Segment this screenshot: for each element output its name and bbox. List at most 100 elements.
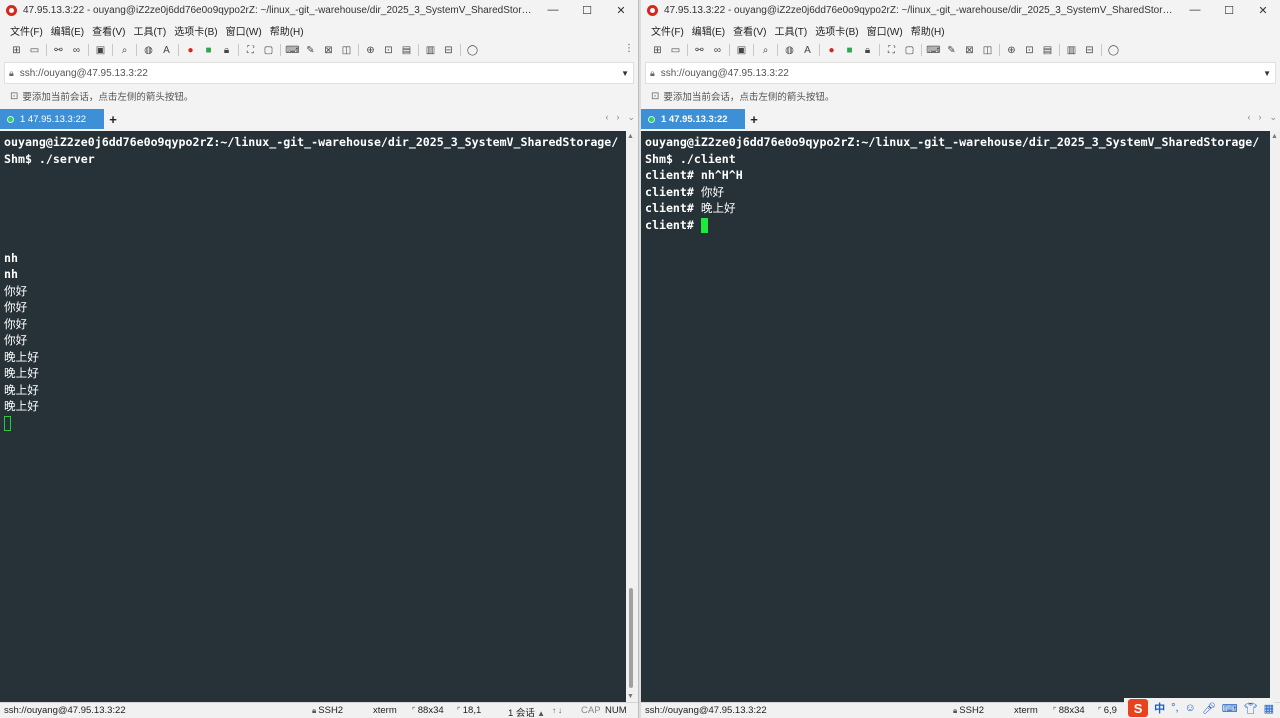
minimize-icon[interactable]: —: [536, 0, 570, 20]
compose-icon[interactable]: ⊠: [963, 44, 976, 57]
send-icon[interactable]: ⊡: [1023, 44, 1036, 57]
send-icon[interactable]: ⊡: [382, 44, 395, 57]
terminal-output[interactable]: ouyang@iZ2ze0j6dd76e0o9qypo2rZ:~/linux_-…: [0, 131, 626, 702]
maximize-icon[interactable]: ☐: [1212, 0, 1246, 20]
properties-icon[interactable]: ▣: [735, 44, 748, 57]
find-icon[interactable]: ⌕: [759, 44, 772, 57]
font-icon[interactable]: A: [801, 44, 814, 57]
chevron-down-icon[interactable]: ▼: [1263, 69, 1271, 78]
font-icon[interactable]: A: [160, 44, 173, 57]
highlight-icon[interactable]: ◫: [340, 44, 353, 57]
menu-help[interactable]: 帮助(H): [911, 23, 945, 38]
chevron-right-icon[interactable]: ›: [616, 112, 619, 123]
help-icon[interactable]: ◯: [1107, 44, 1120, 57]
title-bar[interactable]: 47.95.13.3:22 - ouyang@iZ2ze0j6dd76e0o9q…: [641, 0, 1280, 20]
arrow-down-icon[interactable]: ↓: [558, 706, 562, 715]
xshell-icon[interactable]: ●: [825, 44, 838, 57]
xshell-icon[interactable]: ●: [184, 44, 197, 57]
status-sessions[interactable]: 1 会话: [508, 708, 535, 718]
scroll-down-icon[interactable]: ▼: [627, 693, 634, 700]
transparency-icon[interactable]: ▢: [903, 44, 916, 57]
new-session-icon[interactable]: ⊞: [651, 44, 664, 57]
link-icon[interactable]: ∞: [70, 44, 83, 57]
fullscreen-icon[interactable]: ⛶: [244, 44, 257, 57]
tile-icon[interactable]: ▥: [424, 44, 437, 57]
terminal-output[interactable]: ouyang@iZ2ze0j6dd76e0o9qypo2rZ:~/linux_-…: [641, 131, 1270, 702]
layout-icon[interactable]: ⊟: [1083, 44, 1096, 57]
chevron-left-icon[interactable]: ‹: [1247, 112, 1250, 123]
menu-edit[interactable]: 编辑(E): [51, 23, 84, 38]
layout-icon[interactable]: ⊟: [442, 44, 455, 57]
chevron-down-icon[interactable]: ▼: [621, 69, 629, 78]
open-folder-icon[interactable]: ▭: [28, 44, 41, 57]
menu-window[interactable]: 窗口(W): [226, 23, 262, 38]
emoji-icon[interactable]: ☺: [1185, 702, 1196, 714]
new-session-icon[interactable]: ⊞: [10, 44, 23, 57]
close-icon[interactable]: ✕: [1246, 0, 1280, 20]
menu-view[interactable]: 查看(V): [733, 23, 766, 38]
more-icon[interactable]: ⋮: [624, 43, 634, 54]
session-arrow-icon[interactable]: ⊡: [651, 91, 659, 102]
sogou-ime-icon[interactable]: S: [1128, 699, 1149, 717]
scroll-up-icon[interactable]: ▲: [627, 133, 634, 140]
fullscreen-icon[interactable]: ⛶: [885, 44, 898, 57]
session-tab[interactable]: 1 47.95.13.3:22: [0, 109, 104, 129]
toolbox-icon[interactable]: ▦: [1264, 702, 1274, 715]
add-tab-icon[interactable]: +: [104, 112, 122, 127]
xftp-icon[interactable]: ■: [202, 44, 215, 57]
menu-file[interactable]: 文件(F): [10, 23, 43, 38]
chevron-right-icon[interactable]: ›: [1258, 112, 1261, 123]
session-tab[interactable]: 1 47.95.13.3:22: [641, 109, 745, 129]
compose-icon[interactable]: ⊠: [322, 44, 335, 57]
script-icon[interactable]: ✎: [304, 44, 317, 57]
title-bar[interactable]: 47.95.13.3:22 - ouyang@iZ2ze0j6dd76e0o9q…: [0, 0, 638, 20]
find-icon[interactable]: ⌕: [118, 44, 131, 57]
menu-tabs[interactable]: 选项卡(B): [174, 23, 217, 38]
keyboard-icon[interactable]: ⌨: [1222, 702, 1238, 715]
highlight-icon[interactable]: ◫: [981, 44, 994, 57]
link-icon[interactable]: ∞: [711, 44, 724, 57]
close-icon[interactable]: ✕: [604, 0, 638, 20]
disconnect-icon[interactable]: ⚯: [693, 44, 706, 57]
chevron-down-icon[interactable]: ⌄: [627, 112, 635, 123]
lock-icon[interactable]: 🔒︎: [861, 44, 874, 57]
new-tab-icon[interactable]: ⊕: [1005, 44, 1018, 57]
punctuation-icon[interactable]: °,: [1171, 702, 1178, 714]
xftp-icon[interactable]: ■: [843, 44, 856, 57]
session-arrow-icon[interactable]: ⊡: [10, 91, 18, 102]
address-bar[interactable]: 🔒︎ ssh://ouyang@47.95.13.3:22 ▼: [4, 62, 634, 84]
minimize-icon[interactable]: —: [1178, 0, 1212, 20]
log-icon[interactable]: ▤: [400, 44, 413, 57]
chevron-down-icon[interactable]: ⌄: [1269, 112, 1277, 123]
menu-view[interactable]: 查看(V): [92, 23, 125, 38]
help-icon[interactable]: ◯: [466, 44, 479, 57]
disconnect-icon[interactable]: ⚯: [52, 44, 65, 57]
keyboard-icon[interactable]: ⌨: [926, 44, 940, 57]
log-icon[interactable]: ▤: [1041, 44, 1054, 57]
menu-tools[interactable]: 工具(T): [774, 23, 807, 38]
script-icon[interactable]: ✎: [945, 44, 958, 57]
caret-up-icon[interactable]: ▲: [535, 709, 545, 718]
menu-file[interactable]: 文件(F): [651, 23, 684, 38]
add-tab-icon[interactable]: +: [745, 112, 763, 127]
scroll-thumb[interactable]: [629, 588, 633, 688]
shirt-icon[interactable]: 👕︎: [1244, 702, 1258, 715]
arrow-up-icon[interactable]: ↑: [552, 706, 556, 715]
open-folder-icon[interactable]: ▭: [669, 44, 682, 57]
maximize-icon[interactable]: ☐: [570, 0, 604, 20]
tile-icon[interactable]: ▥: [1065, 44, 1078, 57]
scrollbar[interactable]: ▲ ▼: [626, 131, 638, 702]
menu-tabs[interactable]: 选项卡(B): [815, 23, 858, 38]
menu-window[interactable]: 窗口(W): [867, 23, 903, 38]
scrollbar[interactable]: ▲: [1270, 131, 1280, 702]
menu-help[interactable]: 帮助(H): [270, 23, 304, 38]
globe-icon[interactable]: ◍: [783, 44, 796, 57]
menu-edit[interactable]: 编辑(E): [692, 23, 725, 38]
chevron-left-icon[interactable]: ‹: [605, 112, 608, 123]
microphone-icon[interactable]: 🎤︎: [1202, 702, 1216, 715]
menu-tools[interactable]: 工具(T): [133, 23, 166, 38]
ime-language-indicator[interactable]: 中: [1154, 700, 1165, 716]
scroll-up-icon[interactable]: ▲: [1271, 133, 1278, 140]
keyboard-icon[interactable]: ⌨: [285, 44, 299, 57]
properties-icon[interactable]: ▣: [94, 44, 107, 57]
